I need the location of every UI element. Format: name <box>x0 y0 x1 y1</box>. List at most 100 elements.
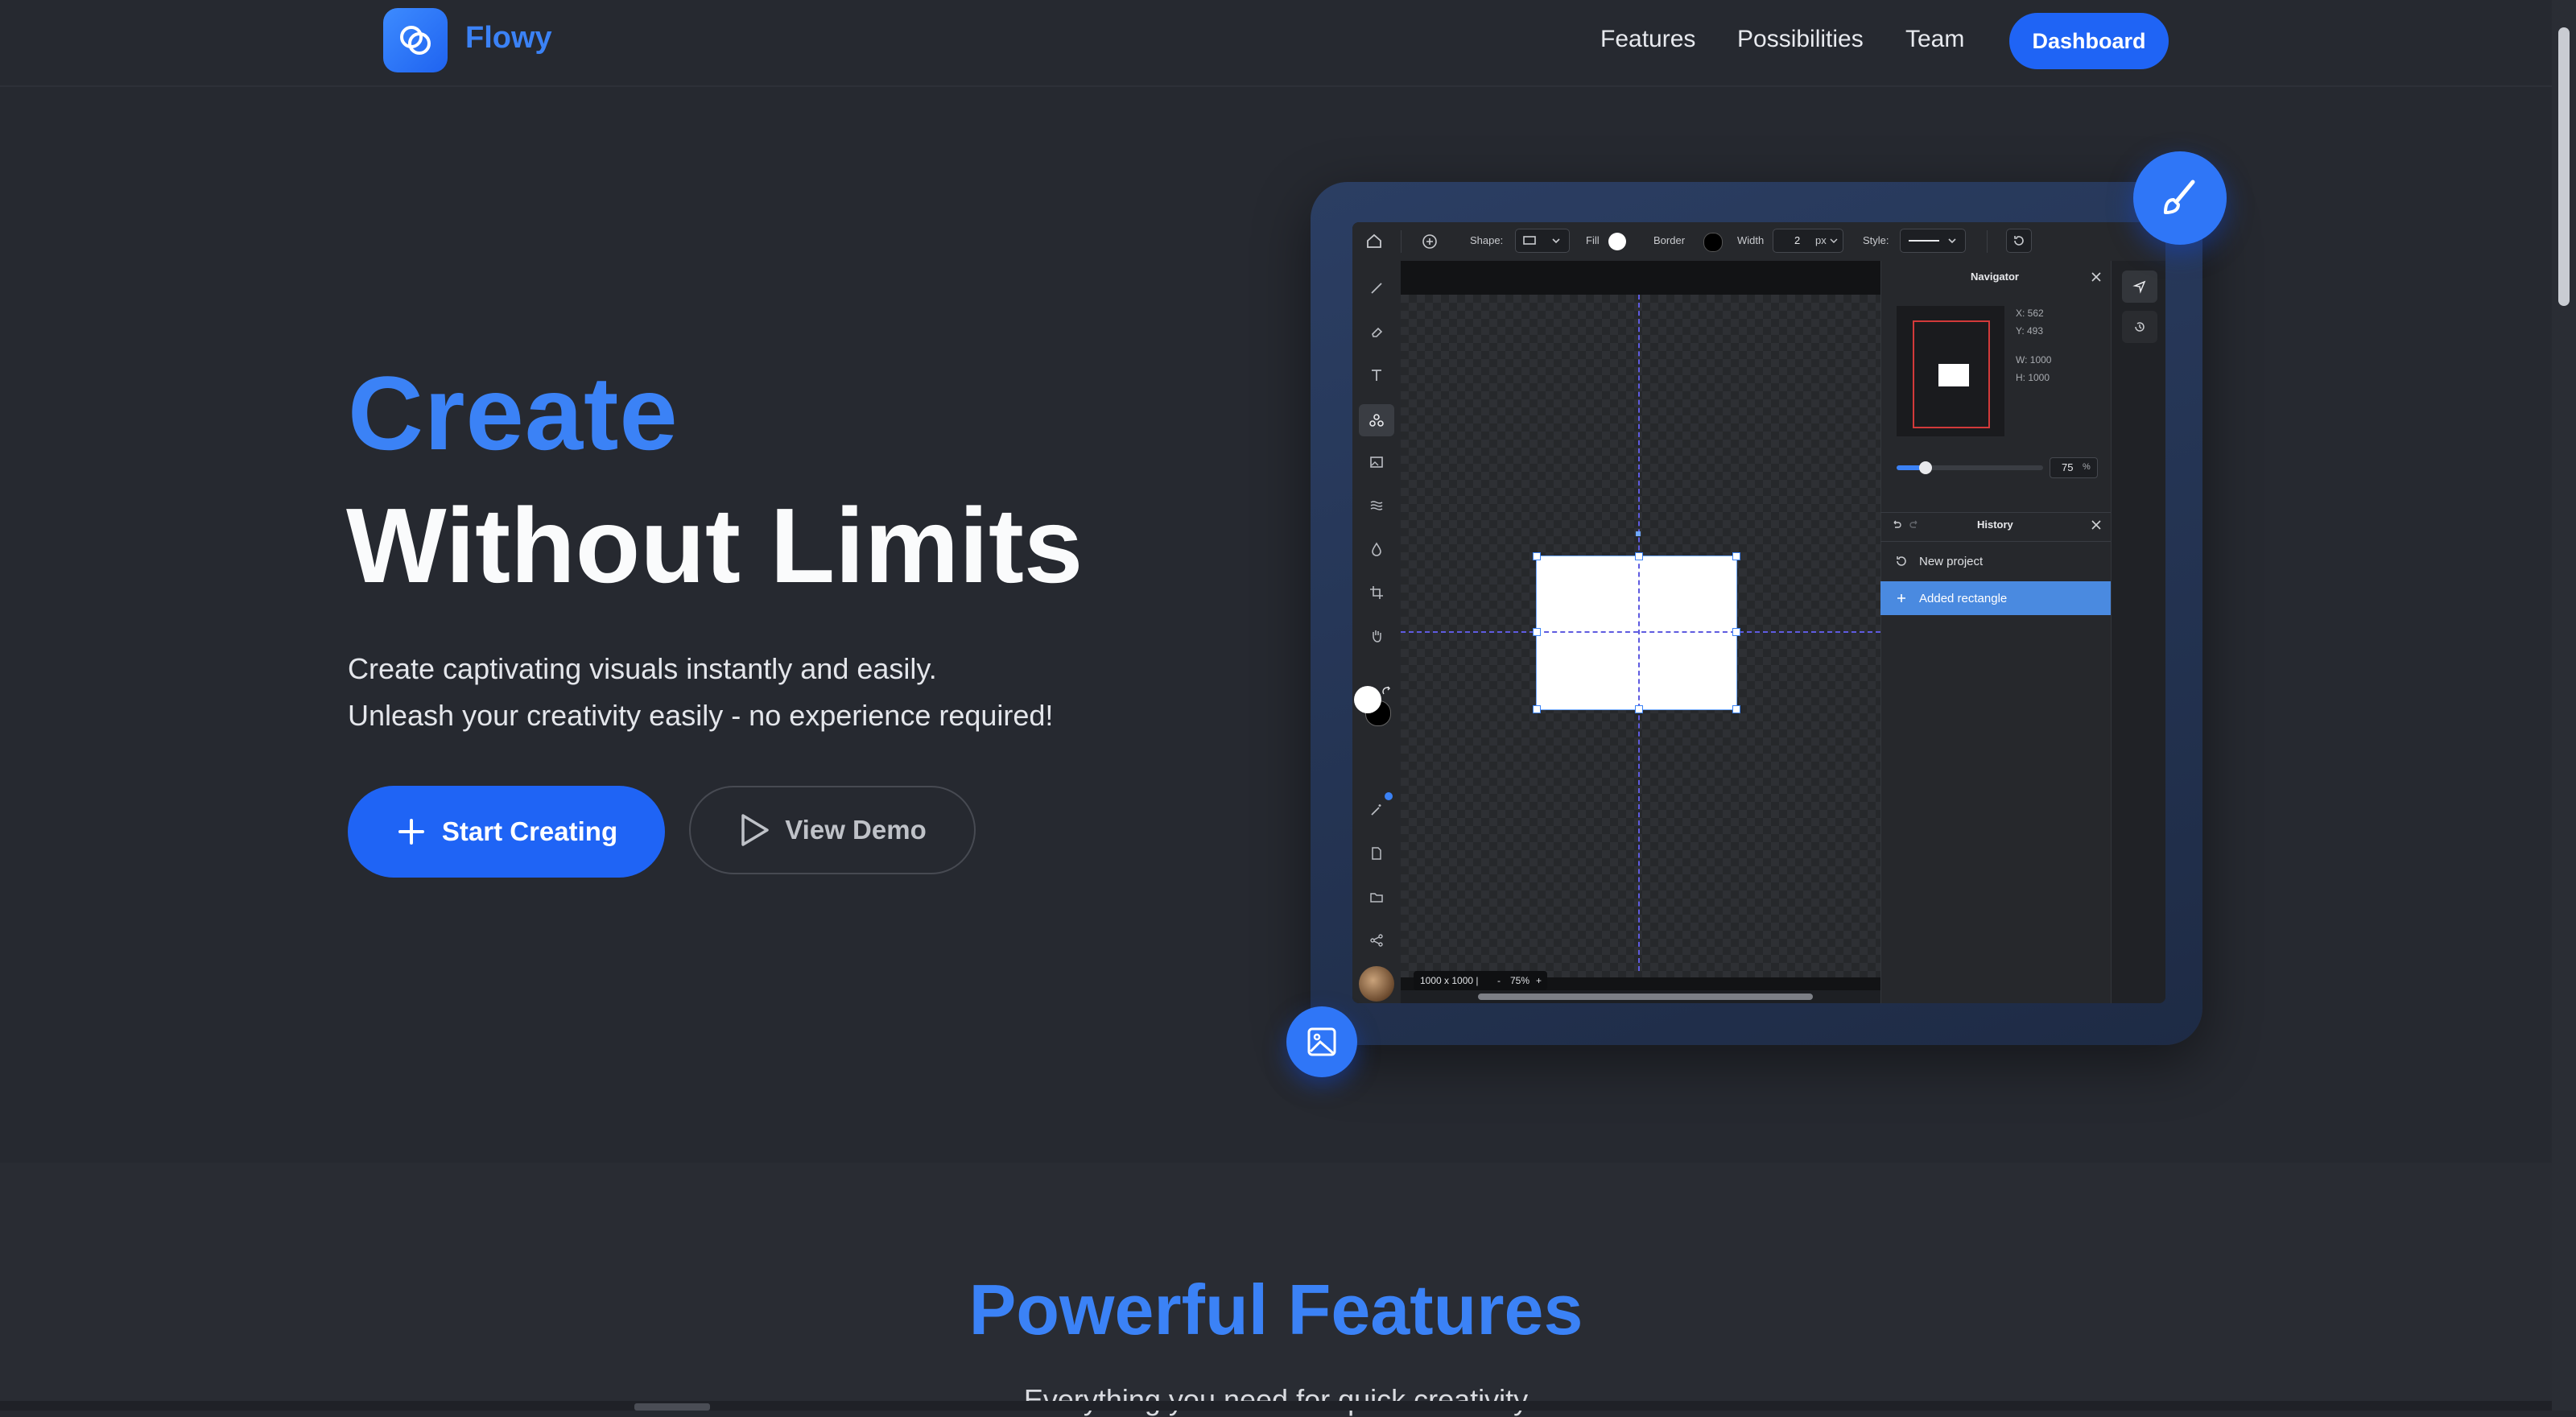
paintbrush-icon <box>2164 180 2195 214</box>
nav-h-value: H: 1000 <box>2016 372 2050 383</box>
canvas-hscroll-thumb[interactable] <box>1478 994 1813 1000</box>
horizontal-scrollbar[interactable] <box>0 1401 2552 1411</box>
text-tool[interactable] <box>1365 364 1388 386</box>
share-tool[interactable] <box>1365 929 1388 952</box>
hero-title: Without Limits <box>346 486 1084 605</box>
nav-link-possibilities[interactable]: Possibilities <box>1737 26 1864 53</box>
undo-icon[interactable] <box>1890 518 1903 531</box>
resize-handle[interactable] <box>1732 705 1740 713</box>
image-badge <box>1286 1006 1357 1077</box>
reset-icon <box>2014 236 2024 246</box>
page-scrollbar-thumb[interactable] <box>2558 27 2570 306</box>
image-icon <box>1370 456 1383 468</box>
navigator-thumbnail[interactable] <box>1897 306 2004 436</box>
history-item-active[interactable]: Added rectangle <box>1880 581 2111 615</box>
logo-icon[interactable] <box>383 8 448 72</box>
resize-handle[interactable] <box>1635 705 1643 713</box>
horizontal-scrollbar-thumb[interactable] <box>634 1403 710 1411</box>
zoom-input[interactable]: 75 % <box>2050 457 2098 478</box>
shapes-tool[interactable] <box>1359 404 1394 436</box>
history-item-label: New project <box>1919 554 1984 568</box>
redo-icon[interactable] <box>1908 518 1921 531</box>
hero-subtitle-line-2: Unleash your creativity easily - no expe… <box>348 699 1054 732</box>
rectangle-icon <box>1523 236 1536 245</box>
zoom-in-button[interactable]: + <box>1536 975 1542 986</box>
view-demo-label: View Demo <box>785 815 927 845</box>
resize-handle[interactable] <box>1732 552 1740 560</box>
reset-button[interactable] <box>2006 229 2032 253</box>
width-input[interactable]: 2 px <box>1773 229 1843 253</box>
start-creating-button[interactable]: Start Creating <box>348 786 665 878</box>
brand-name[interactable]: Flowy <box>465 21 552 56</box>
shape-select[interactable] <box>1515 229 1570 253</box>
export-tool[interactable] <box>1365 842 1388 865</box>
navigator-title: Navigator <box>1971 271 2019 283</box>
zoom-out-button[interactable]: - <box>1497 975 1501 986</box>
crop-icon <box>1370 586 1383 599</box>
dashboard-button[interactable]: Dashboard <box>2009 13 2169 69</box>
waves-icon <box>1370 501 1383 510</box>
filters-tool[interactable] <box>1365 494 1388 517</box>
nav-w-value: W: 1000 <box>2016 354 2052 366</box>
nav-link-team[interactable]: Team <box>1905 26 1964 53</box>
view-demo-button[interactable]: View Demo <box>689 786 976 874</box>
zoom-level: 75% <box>1510 975 1530 986</box>
avatar[interactable] <box>1359 966 1394 1002</box>
play-icon <box>741 814 770 846</box>
crop-tool[interactable] <box>1365 581 1388 604</box>
fill-label: Fill <box>1586 234 1600 246</box>
close-icon[interactable] <box>2090 271 2103 283</box>
history-item-label: Added rectangle <box>1919 591 2008 605</box>
history-item[interactable]: New project <box>1880 544 2111 578</box>
divider <box>1987 230 1988 253</box>
swap-colors-icon[interactable] <box>1381 686 1393 697</box>
history-panel-button[interactable] <box>2122 311 2157 343</box>
text-icon <box>1372 370 1381 381</box>
divider <box>1880 512 2111 513</box>
shape-label: Shape: <box>1470 234 1504 246</box>
close-icon[interactable] <box>2090 518 2103 531</box>
add-circle-icon[interactable] <box>1422 233 1438 250</box>
history-title: History <box>1977 518 2013 531</box>
editor-toolbar: Shape: Fill Border Width 2 px Style: <box>1352 222 2165 262</box>
rotate-handle[interactable] <box>1636 531 1641 536</box>
zoom-input-unit: % <box>2083 462 2091 472</box>
border-label: Border <box>1653 234 1686 246</box>
navigation-arrow-icon <box>2132 280 2146 294</box>
resize-handle[interactable] <box>1533 552 1541 560</box>
share-icon <box>1370 934 1383 947</box>
border-color-swatch[interactable] <box>1703 233 1723 252</box>
selected-rectangle[interactable] <box>1536 556 1737 710</box>
home-icon[interactable] <box>1365 232 1383 250</box>
canvas-size: 1000 x 1000 | <box>1420 975 1479 986</box>
navigator-panel-button[interactable] <box>2122 271 2157 303</box>
resize-handle[interactable] <box>1635 552 1643 560</box>
magic-tool[interactable] <box>1365 799 1388 821</box>
style-select[interactable] <box>1900 229 1966 253</box>
nav-link-features[interactable]: Features <box>1600 26 1695 53</box>
eraser-tool[interactable] <box>1365 320 1388 343</box>
brush-tool[interactable] <box>1365 277 1388 300</box>
pan-tool[interactable] <box>1365 625 1388 647</box>
panel-switcher <box>2111 261 2165 1003</box>
notification-dot <box>1385 792 1393 800</box>
hero-subtitle-line-1: Create captivating visuals instantly and… <box>348 652 937 685</box>
navigator-rect-preview <box>1938 364 1969 386</box>
resize-handle[interactable] <box>1533 705 1541 713</box>
chevron-down-icon <box>1948 238 1956 244</box>
fill-color-swatch[interactable] <box>1608 233 1626 250</box>
plus-icon <box>398 819 424 845</box>
nav-x-value: X: 562 <box>2016 308 2044 319</box>
resize-handle[interactable] <box>1732 628 1740 636</box>
width-unit: px <box>1815 234 1827 246</box>
resize-handle[interactable] <box>1533 628 1541 636</box>
open-tool[interactable] <box>1365 886 1388 908</box>
primary-color-swatch[interactable] <box>1354 686 1381 713</box>
zoom-slider[interactable] <box>1897 461 2043 474</box>
fill-tool[interactable] <box>1365 538 1388 560</box>
features-title: Powerful Features <box>968 1270 1583 1349</box>
zoom-input-value: 75 <box>2062 461 2074 473</box>
file-export-icon <box>1372 847 1381 860</box>
image-tool[interactable] <box>1365 451 1388 473</box>
hand-icon <box>1373 630 1381 642</box>
